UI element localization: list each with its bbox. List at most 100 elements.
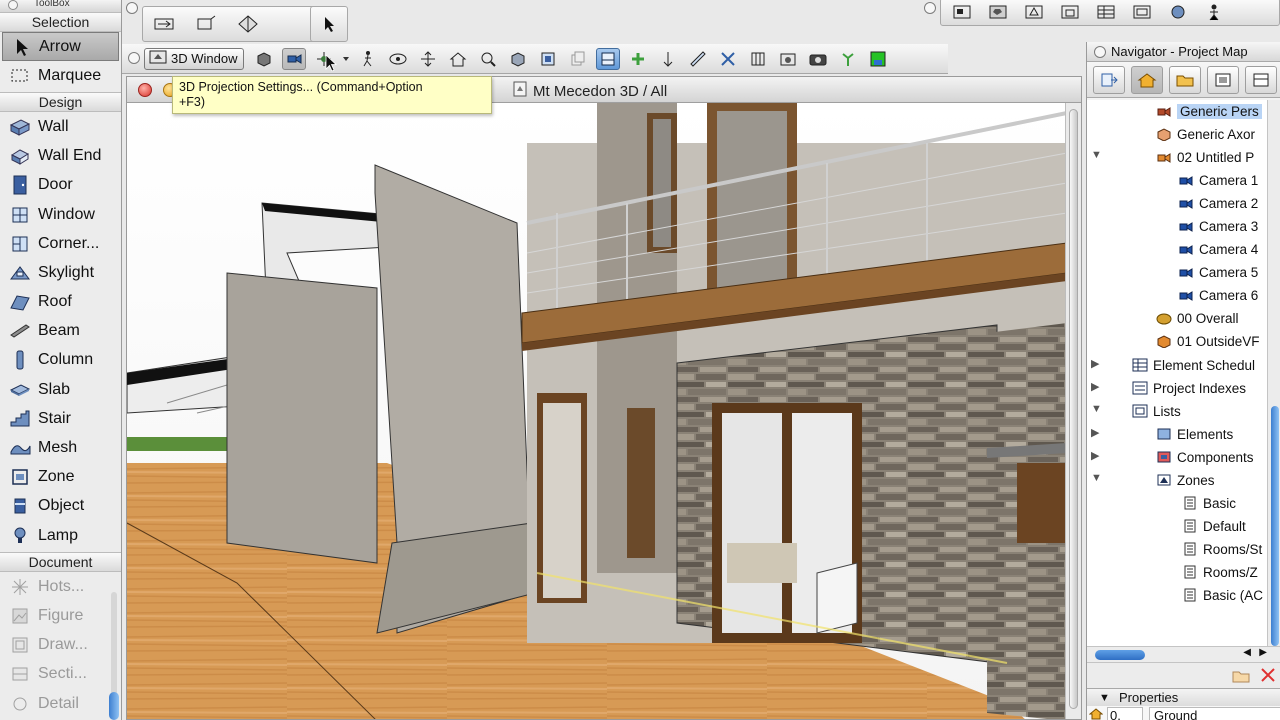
toolbar-collapse-button[interactable] xyxy=(126,2,138,14)
tool-section[interactable]: Secti... xyxy=(0,660,121,689)
tree-item[interactable]: Basic xyxy=(1181,492,1236,514)
layers-icon[interactable] xyxy=(536,48,560,70)
tree-item[interactable]: Lists xyxy=(1131,400,1181,422)
tab-view-map-icon[interactable] xyxy=(1093,65,1125,94)
tool-object[interactable]: Object xyxy=(0,492,121,521)
tool-wall[interactable]: Wall xyxy=(0,112,121,141)
3d-window-button[interactable]: 3D Window xyxy=(144,47,244,70)
scroll-right-arrow-icon[interactable]: ▶ xyxy=(1259,647,1267,658)
tool-roof[interactable]: Roof xyxy=(0,288,121,317)
tool-detail[interactable]: Detail xyxy=(0,689,121,718)
navigator-titlebar[interactable]: Navigator - Project Map xyxy=(1087,42,1280,62)
tool-beam[interactable]: Beam xyxy=(0,317,121,346)
tab-project-map-icon[interactable] xyxy=(1131,65,1163,94)
new-folder-icon[interactable] xyxy=(1231,667,1251,690)
expand-triangle-icon[interactable]: ▼ xyxy=(1091,472,1102,484)
navigator-close-button[interactable] xyxy=(1094,46,1106,58)
tree-item[interactable]: Camera 4 xyxy=(1177,238,1258,260)
tool-wall-end[interactable]: Wall End xyxy=(0,142,121,171)
toolbar-collapse-button-3[interactable] xyxy=(128,52,140,64)
grid-icon[interactable] xyxy=(746,48,770,70)
tree-item[interactable]: Rooms/St xyxy=(1181,538,1262,560)
elevation-view-icon[interactable] xyxy=(1055,0,1085,24)
tool-zone[interactable]: Zone xyxy=(0,463,121,492)
tool-stair[interactable]: Stair xyxy=(0,404,121,433)
tab-publisher-icon[interactable] xyxy=(1245,65,1277,94)
help-figure-icon[interactable] xyxy=(1199,0,1229,24)
story-name-field[interactable]: Ground xyxy=(1149,706,1280,720)
fit-icon[interactable] xyxy=(506,48,530,70)
toolbox-titlebar[interactable]: ToolBox xyxy=(0,0,121,12)
collapse-triangle-icon[interactable]: ▶ xyxy=(1091,380,1099,393)
pointer-icon[interactable] xyxy=(315,12,343,36)
layout-icon[interactable] xyxy=(1127,0,1157,24)
rotate-icon[interactable] xyxy=(191,12,221,36)
3d-model-viewport[interactable] xyxy=(127,103,1067,720)
scroll-thumb[interactable] xyxy=(1271,406,1279,646)
tree-item[interactable]: Camera 5 xyxy=(1177,261,1258,283)
tree-item[interactable]: Camera 2 xyxy=(1177,192,1258,214)
trim-icon[interactable] xyxy=(716,48,740,70)
story-number-field[interactable]: 0. xyxy=(1107,706,1143,720)
floor-plan-icon[interactable] xyxy=(947,0,977,24)
scroll-thumb[interactable] xyxy=(1095,650,1145,660)
tool-window[interactable]: Window xyxy=(0,200,121,229)
pan-icon[interactable] xyxy=(416,48,440,70)
tool-lamp[interactable]: Lamp xyxy=(0,521,121,550)
photo-render-icon[interactable] xyxy=(776,48,800,70)
delete-x-icon[interactable] xyxy=(1259,666,1277,689)
toolbox-close-button[interactable] xyxy=(8,0,18,10)
tree-item[interactable]: 01 OutsideVF xyxy=(1155,330,1260,352)
tree-item[interactable]: Default xyxy=(1181,515,1246,537)
drag-move-icon[interactable] xyxy=(149,12,179,36)
collapse-triangle-icon[interactable]: ▶ xyxy=(1091,449,1099,462)
tree-item[interactable]: Camera 6 xyxy=(1177,284,1258,306)
elevation-arrow-icon[interactable] xyxy=(656,48,680,70)
schedule-icon[interactable] xyxy=(1091,0,1121,24)
tool-skylight[interactable]: Skylight xyxy=(0,258,121,287)
tool-figure[interactable]: Figure xyxy=(0,601,121,630)
3d-window-vscroll[interactable] xyxy=(1065,103,1081,719)
properties-header[interactable]: ▼ Properties xyxy=(1087,688,1280,706)
collapse-triangle-icon[interactable]: ▶ xyxy=(1091,357,1099,370)
zoom-icon[interactable] xyxy=(476,48,500,70)
window-close-button[interactable] xyxy=(138,83,152,97)
tool-corner-window[interactable]: Corner... xyxy=(0,229,121,258)
tab-layout-book-icon[interactable] xyxy=(1207,65,1239,94)
tool-arrow[interactable]: Arrow xyxy=(2,32,119,62)
tool-marquee[interactable]: Marquee xyxy=(0,61,121,90)
tree-item[interactable]: Camera 3 xyxy=(1177,215,1258,237)
camera-icon[interactable] xyxy=(282,47,306,70)
scroll-thumb[interactable] xyxy=(1069,109,1078,709)
scroll-thumb[interactable] xyxy=(109,692,119,720)
tool-column[interactable]: Column xyxy=(0,346,121,375)
tree-item[interactable]: Element Schedul xyxy=(1131,354,1255,376)
tool-hotspot[interactable]: Hots... xyxy=(0,572,121,601)
copy-icon[interactable] xyxy=(566,48,590,70)
color-swatch-icon[interactable] xyxy=(866,48,890,70)
collapse-triangle-icon[interactable]: ▶ xyxy=(1091,426,1099,439)
expand-triangle-icon[interactable]: ▼ xyxy=(1091,403,1102,415)
house-icon[interactable] xyxy=(446,48,470,70)
navigator-hscroll[interactable]: ◀ ▶ xyxy=(1087,646,1280,662)
plant-icon[interactable] xyxy=(836,48,860,70)
dropdown-arrow-icon[interactable] xyxy=(342,48,350,70)
mirror-icon[interactable] xyxy=(233,12,263,36)
scroll-left-arrow-icon[interactable]: ◀ xyxy=(1243,647,1251,658)
tree-item[interactable]: Camera 1 xyxy=(1177,169,1258,191)
tree-item[interactable]: Components xyxy=(1155,446,1254,468)
expand-triangle-icon[interactable]: ▼ xyxy=(1091,149,1102,161)
3d-view-icon[interactable] xyxy=(983,0,1013,24)
navigator-vscroll[interactable] xyxy=(1267,100,1280,646)
camera-snapshot-icon[interactable] xyxy=(806,48,830,70)
tool-mesh[interactable]: Mesh xyxy=(0,433,121,462)
tool-drawing[interactable]: Draw... xyxy=(0,631,121,660)
walk-icon[interactable] xyxy=(356,48,380,70)
toolbar-collapse-button-2[interactable] xyxy=(924,2,936,14)
tree-item[interactable]: Generic Pers xyxy=(1155,100,1262,122)
tab-folder-icon[interactable] xyxy=(1169,65,1201,94)
navigator-icon[interactable] xyxy=(1163,0,1193,24)
tool-door[interactable]: Door xyxy=(0,171,121,200)
tree-item[interactable]: Zones xyxy=(1155,469,1215,491)
tree-item[interactable]: Project Indexes xyxy=(1131,377,1246,399)
